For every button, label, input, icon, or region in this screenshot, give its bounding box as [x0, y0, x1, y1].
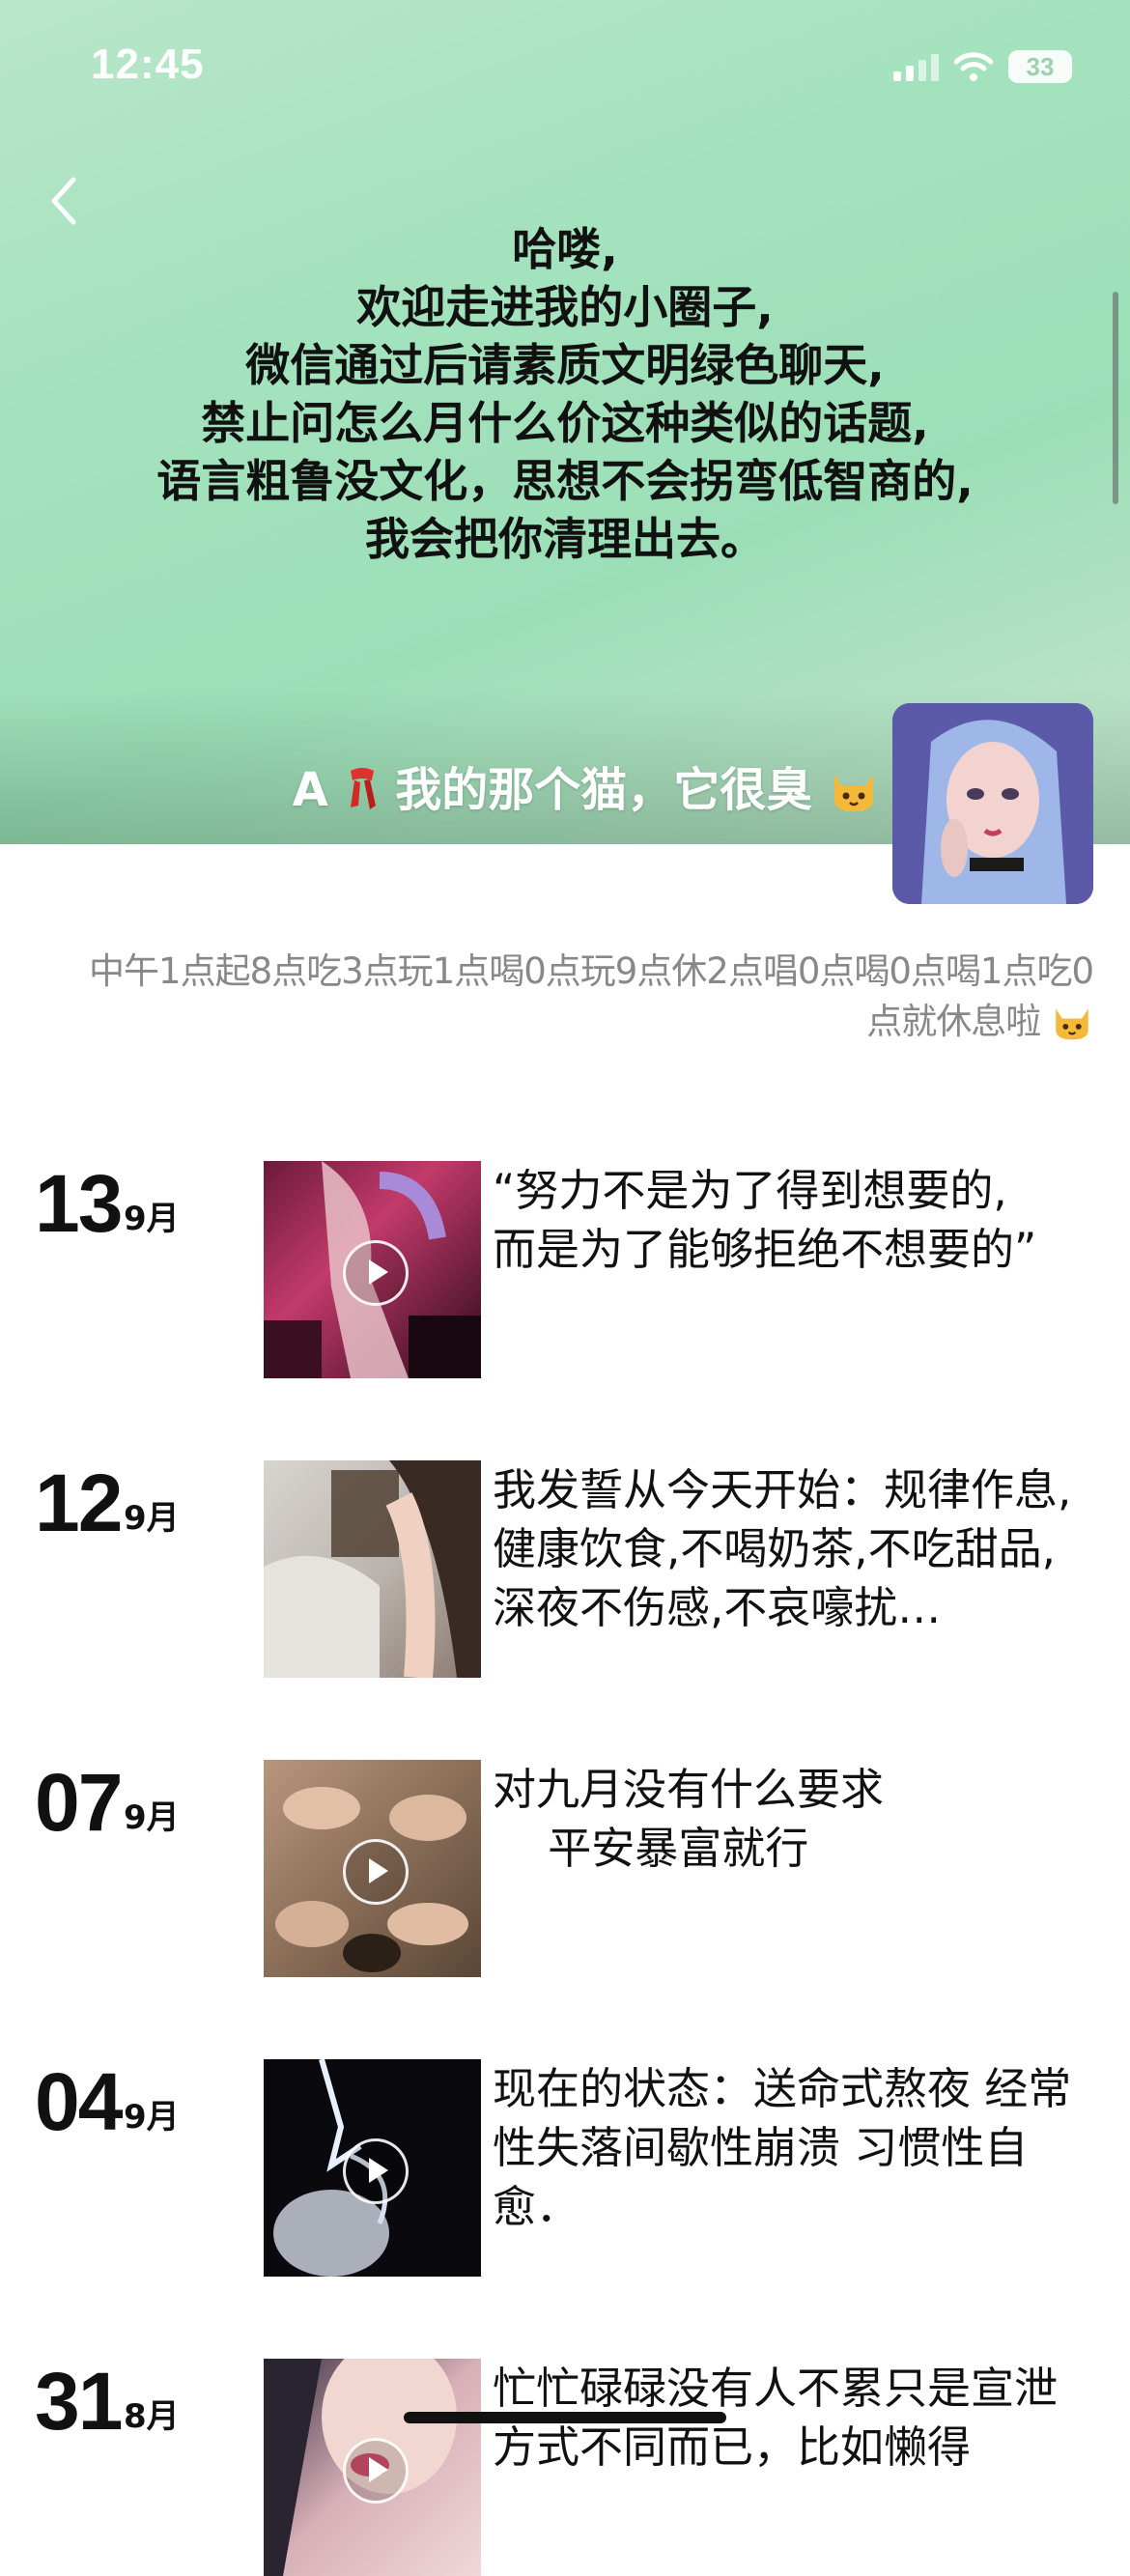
post-month: 9月	[124, 1499, 180, 1538]
post-month: 9月	[124, 2098, 180, 2137]
post-thumbnail[interactable]	[264, 2059, 481, 2277]
feed-item[interactable]: 12 9月 我发誓从今天开始：规律作息,健康饮食,不喝奶茶,不吃甜品,深夜不伤感…	[0, 1449, 1130, 1678]
feed-item[interactable]: 13 9月 “努力不是为了得到想要的, 而是为了能够拒绝不想要的”	[0, 1149, 1130, 1378]
post-text: 对九月没有什么要求 平安暴富就行	[493, 1764, 885, 1874]
profile-bio: 中午1点起8点吃3点玩1点喝0点玩9点休2点唱0点喝0点喝1点吃0点就休息啦	[58, 947, 1094, 1047]
notice-line: 语言粗鲁没文化，思想不会拐弯低智商的,	[156, 455, 974, 507]
notice-line: 禁止问怎么月什么价这种类似的话题,	[201, 397, 929, 449]
nickname-prefix: A	[292, 763, 328, 817]
post-thumbnail[interactable]	[264, 2359, 481, 2576]
scarf-icon	[345, 765, 380, 811]
post-day: 31	[35, 2356, 123, 2447]
avatar[interactable]	[892, 703, 1093, 904]
notice-line: 哈喽,	[512, 223, 618, 275]
post-month: 9月	[124, 1798, 180, 1837]
notice-line: 欢迎走进我的小圈子,	[356, 281, 774, 333]
wifi-icon	[954, 51, 993, 82]
status-time: 12:45	[91, 41, 205, 88]
notice-line: 微信通过后请素质文明绿色聊天,	[245, 339, 885, 391]
cat-emoji-icon	[1051, 1001, 1093, 1041]
notice-line: 我会把你清理出去。	[365, 513, 765, 565]
post-month: 9月	[124, 1200, 180, 1238]
post-day: 04	[35, 2056, 123, 2147]
status-bar: 12:45 33	[0, 0, 1130, 145]
post-thumbnail[interactable]	[264, 1760, 481, 1977]
play-icon	[342, 1239, 409, 1306]
status-icons: 33	[893, 50, 1072, 83]
cat-emoji-icon	[829, 765, 879, 813]
back-icon[interactable]	[44, 172, 83, 230]
play-icon	[342, 1838, 409, 1905]
feed-item[interactable]: 31 8月 忙忙碌碌没有人不累只是宣泄方式不同而已，比如懒得	[0, 2347, 1130, 2576]
battery-icon: 33	[1008, 50, 1072, 83]
play-icon	[342, 2437, 409, 2504]
bio-text: 中午1点起8点吃3点玩1点喝0点玩9点休2点唱0点喝0点喝1点吃0点就休息啦	[89, 950, 1094, 1042]
nickname: A 我的那个猫，它很臭	[203, 751, 879, 819]
post-month: 8月	[124, 2397, 180, 2436]
post-text: 我发誓从今天开始：规律作息,健康饮食,不喝奶茶,不吃甜品,深夜不伤感,不哀嚎扰…	[493, 1464, 1072, 1633]
feed-item[interactable]: 04 9月 现在的状态：送命式熬夜 经常性失落间歇性崩溃 习惯性自愈．	[0, 2048, 1130, 2277]
signal-icon	[893, 52, 939, 81]
play-icon	[342, 2137, 409, 2204]
cover-notice: 哈喽, 欢迎走进我的小圈子, 微信通过后请素质文明绿色聊天, 禁止问怎么月什么价…	[29, 220, 1101, 568]
post-day: 07	[35, 1757, 123, 1848]
post-thumbnail[interactable]	[264, 1161, 481, 1378]
post-day: 12	[35, 1458, 123, 1548]
nickname-text: 我的那个猫，它很臭	[395, 763, 813, 817]
post-thumbnail[interactable]	[264, 1460, 481, 1678]
home-indicator[interactable]	[404, 2412, 726, 2423]
post-day: 13	[35, 1158, 123, 1249]
feed-item[interactable]: 07 9月 对九月没有什么要求 平安暴富就行	[0, 1748, 1130, 1977]
scrollbar[interactable]	[1113, 292, 1118, 504]
post-text: 现在的状态：送命式熬夜 经常性失落间歇性崩溃 习惯性自愈．	[493, 2063, 1072, 2232]
post-text: “努力不是为了得到想要的, 而是为了能够拒绝不想要的”	[493, 1165, 1037, 1275]
